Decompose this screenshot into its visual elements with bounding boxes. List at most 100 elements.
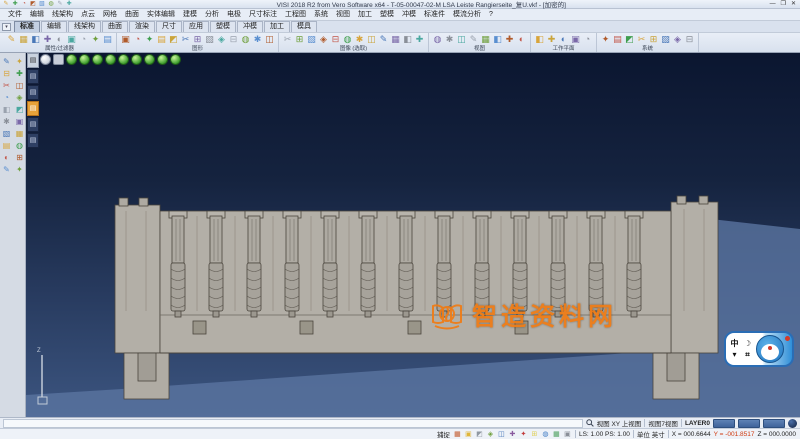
ribbon-icon[interactable]: ◫ [366,34,377,45]
palette-icon[interactable]: ✚ [14,68,25,79]
display-mode-label[interactable]: 视图7视图 [648,418,678,428]
ribbon-icon[interactable]: ◫ [264,34,275,45]
ribbon-icon[interactable]: ✚ [546,34,557,45]
ribbon-icon[interactable]: ▣ [66,34,77,45]
quick-access-icon[interactable]: ◔ [20,0,28,8]
layer-color-button-2[interactable] [738,419,760,428]
layer-color-button-3[interactable] [763,419,785,428]
snap-icon[interactable]: ▣ [464,430,473,439]
selection-list-button[interactable]: ▤ [27,69,39,84]
palette-icon[interactable]: ⊞ [14,152,25,163]
ribbon-icon[interactable]: ◔ [78,34,89,45]
quick-access-icon[interactable]: ◩ [29,0,37,8]
palette-icon[interactable]: ⊟ [1,68,12,79]
toolbar-collapse-button[interactable]: ▾ [2,23,11,31]
palette-icon[interactable]: ▧ [1,128,12,139]
dock-collapse-button[interactable]: ▤ [27,53,39,68]
view-left-icon[interactable] [118,54,129,65]
snap-icon[interactable]: ✚ [508,430,517,439]
tab-7[interactable]: 塑模 [210,21,236,32]
ribbon-icon[interactable]: ◧ [402,34,413,45]
layer-color-button-1[interactable] [713,419,735,428]
menu-item-12[interactable]: 系统 [310,9,332,20]
command-prompt-field[interactable] [3,419,583,428]
ribbon-icon[interactable]: ▧ [660,34,671,45]
snap-icon[interactable]: ◫ [497,430,506,439]
maximize-icon[interactable]: ❐ [781,0,786,8]
snap-icon[interactable]: ◩ [475,430,484,439]
ime-menu-icon[interactable]: ▾ [728,349,741,360]
layer-selector[interactable]: LAYER0 [685,420,710,427]
ribbon-icon[interactable]: ◈ [672,34,683,45]
palette-icon[interactable]: ▤ [1,140,12,151]
close-icon[interactable]: ✕ [791,0,796,8]
ribbon-icon[interactable]: ◈ [318,34,329,45]
palette-icon[interactable]: ✎ [1,56,12,67]
snap-icon[interactable]: ◍ [541,430,550,439]
tab-10[interactable]: 模具 [291,21,317,32]
ribbon-icon[interactable]: ▦ [390,34,401,45]
palette-icon[interactable]: ◫ [14,80,25,91]
properties-panel-button[interactable]: ▤ [27,133,39,148]
tab-6[interactable]: 应用 [183,21,209,32]
quick-access-icon[interactable]: ✚ [65,0,73,8]
ribbon-icon[interactable]: ◫ [456,34,467,45]
ribbon-icon[interactable]: ✱ [252,34,263,45]
ribbon-icon[interactable]: ⊟ [330,34,341,45]
isometric-view-icon[interactable] [40,54,51,65]
ribbon-icon[interactable]: ⊟ [684,34,695,45]
ribbon-icon[interactable]: ✚ [504,34,515,45]
tab-1[interactable]: 编辑 [41,21,67,32]
palette-icon[interactable]: ✦ [14,56,25,67]
ribbon-icon[interactable]: ⊟ [228,34,239,45]
ribbon-icon[interactable]: ▤ [612,34,623,45]
render-mode-sphere-button[interactable] [788,419,797,428]
ribbon-icon[interactable]: ✎ [468,34,479,45]
menu-item-3[interactable]: 点云 [77,9,99,20]
tab-8[interactable]: 冲模 [237,21,263,32]
ribbon-icon[interactable]: ▣ [120,34,131,45]
snap-icon[interactable]: ▦ [453,430,462,439]
view-rotate-icon[interactable] [170,54,181,65]
menu-item-15[interactable]: 塑模 [376,9,398,20]
viewport-layout-icon[interactable] [53,54,64,65]
layers-panel-button[interactable]: ▤ [27,117,39,132]
ime-keyboard-icon[interactable]: ⌗ [741,349,754,360]
palette-icon[interactable]: ◧ [1,104,12,115]
ribbon-icon[interactable]: ✎ [378,34,389,45]
tab-2[interactable]: 线架构 [68,21,101,32]
ribbon-icon[interactable]: ⊞ [648,34,659,45]
ribbon-icon[interactable]: ✦ [600,34,611,45]
palette-icon[interactable]: ◈ [14,92,25,103]
menu-item-19[interactable]: ? [485,9,497,20]
ribbon-icon[interactable]: ▦ [18,34,29,45]
ribbon-icon[interactable]: ◩ [168,34,179,45]
menu-item-14[interactable]: 加工 [354,9,376,20]
quick-access-icon[interactable]: ✚ [11,0,19,8]
ribbon-icon[interactable]: ▣ [570,34,581,45]
ribbon-icon[interactable]: ▧ [204,34,215,45]
palette-icon[interactable]: ▣ [14,116,25,127]
minimize-icon[interactable]: — [770,0,776,8]
ribbon-icon[interactable]: ◔ [582,34,593,45]
menu-item-9[interactable]: 电极 [223,9,245,20]
ribbon-icon[interactable]: ✦ [90,34,101,45]
ribbon-icon[interactable]: ⊞ [294,34,305,45]
ribbon-icon[interactable]: ⊞ [192,34,203,45]
menu-item-16[interactable]: 冲模 [398,9,420,20]
palette-icon[interactable]: ◍ [14,140,25,151]
ribbon-icon[interactable]: ◍ [432,34,443,45]
ime-language-bar[interactable]: 中 ☽ ▾ ⌗ [724,331,794,367]
palette-icon[interactable]: ◐ [1,152,12,163]
snap-icon[interactable]: ◈ [486,430,495,439]
menu-item-0[interactable]: 文件 [4,9,26,20]
ribbon-icon[interactable]: ▧ [306,34,317,45]
ribbon-icon[interactable]: ◐ [558,34,569,45]
tab-9[interactable]: 加工 [264,21,290,32]
palette-icon[interactable]: ✱ [1,116,12,127]
view-front-icon[interactable] [92,54,103,65]
menu-item-8[interactable]: 分析 [201,9,223,20]
menu-item-13[interactable]: 视图 [332,9,354,20]
snap-icon[interactable]: ⊞ [530,430,539,439]
tab-0[interactable]: 标准 [14,21,40,32]
